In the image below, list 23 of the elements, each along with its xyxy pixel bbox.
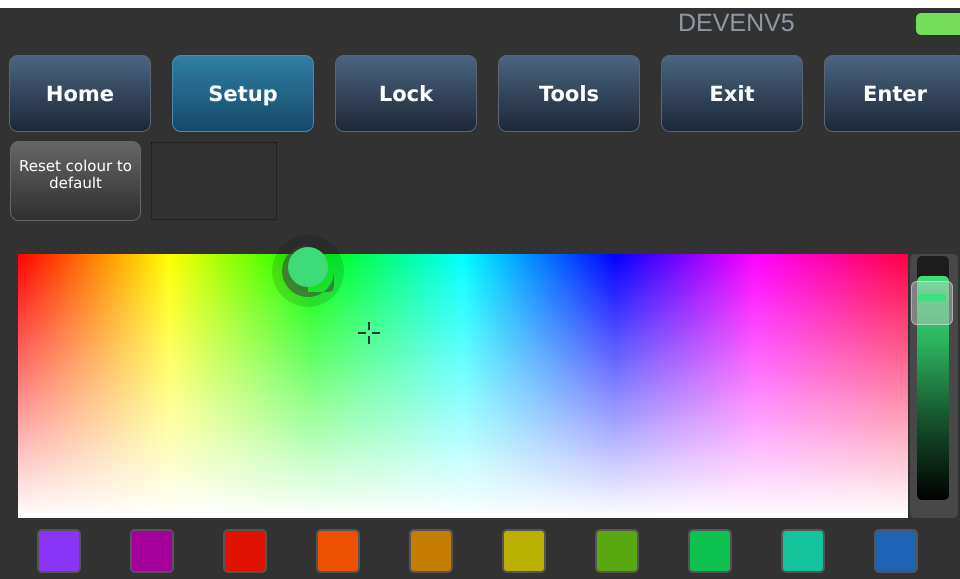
brightness-slider[interactable] [910,254,958,518]
device-title: DEVENV5 [678,9,795,38]
slider-thumb[interactable] [911,280,953,325]
nav-button[interactable]: Tools [498,55,640,132]
colour-swatch[interactable] [223,529,267,573]
colour-swatch[interactable] [409,529,453,573]
colour-swatch[interactable] [502,529,546,573]
nav-button[interactable]: Setup [172,55,314,132]
colour-field[interactable] [18,254,908,518]
colour-swatch[interactable] [781,529,825,573]
colour-swatch[interactable] [316,529,360,573]
crosshair-icon [357,321,381,345]
nav-button[interactable]: Enter [824,55,960,132]
colour-swatch[interactable] [874,529,918,573]
colour-swatch[interactable] [130,529,174,573]
colour-swatch[interactable] [37,529,81,573]
picker-handle[interactable] [271,234,345,308]
colour-swatch[interactable] [595,529,639,573]
colour-swatch[interactable] [688,529,732,573]
reset-colour-button[interactable]: Reset colour to default [10,141,141,221]
nav-button[interactable]: Home [9,55,151,132]
nav-button[interactable]: Exit [661,55,803,132]
nav-button[interactable]: Lock [335,55,477,132]
